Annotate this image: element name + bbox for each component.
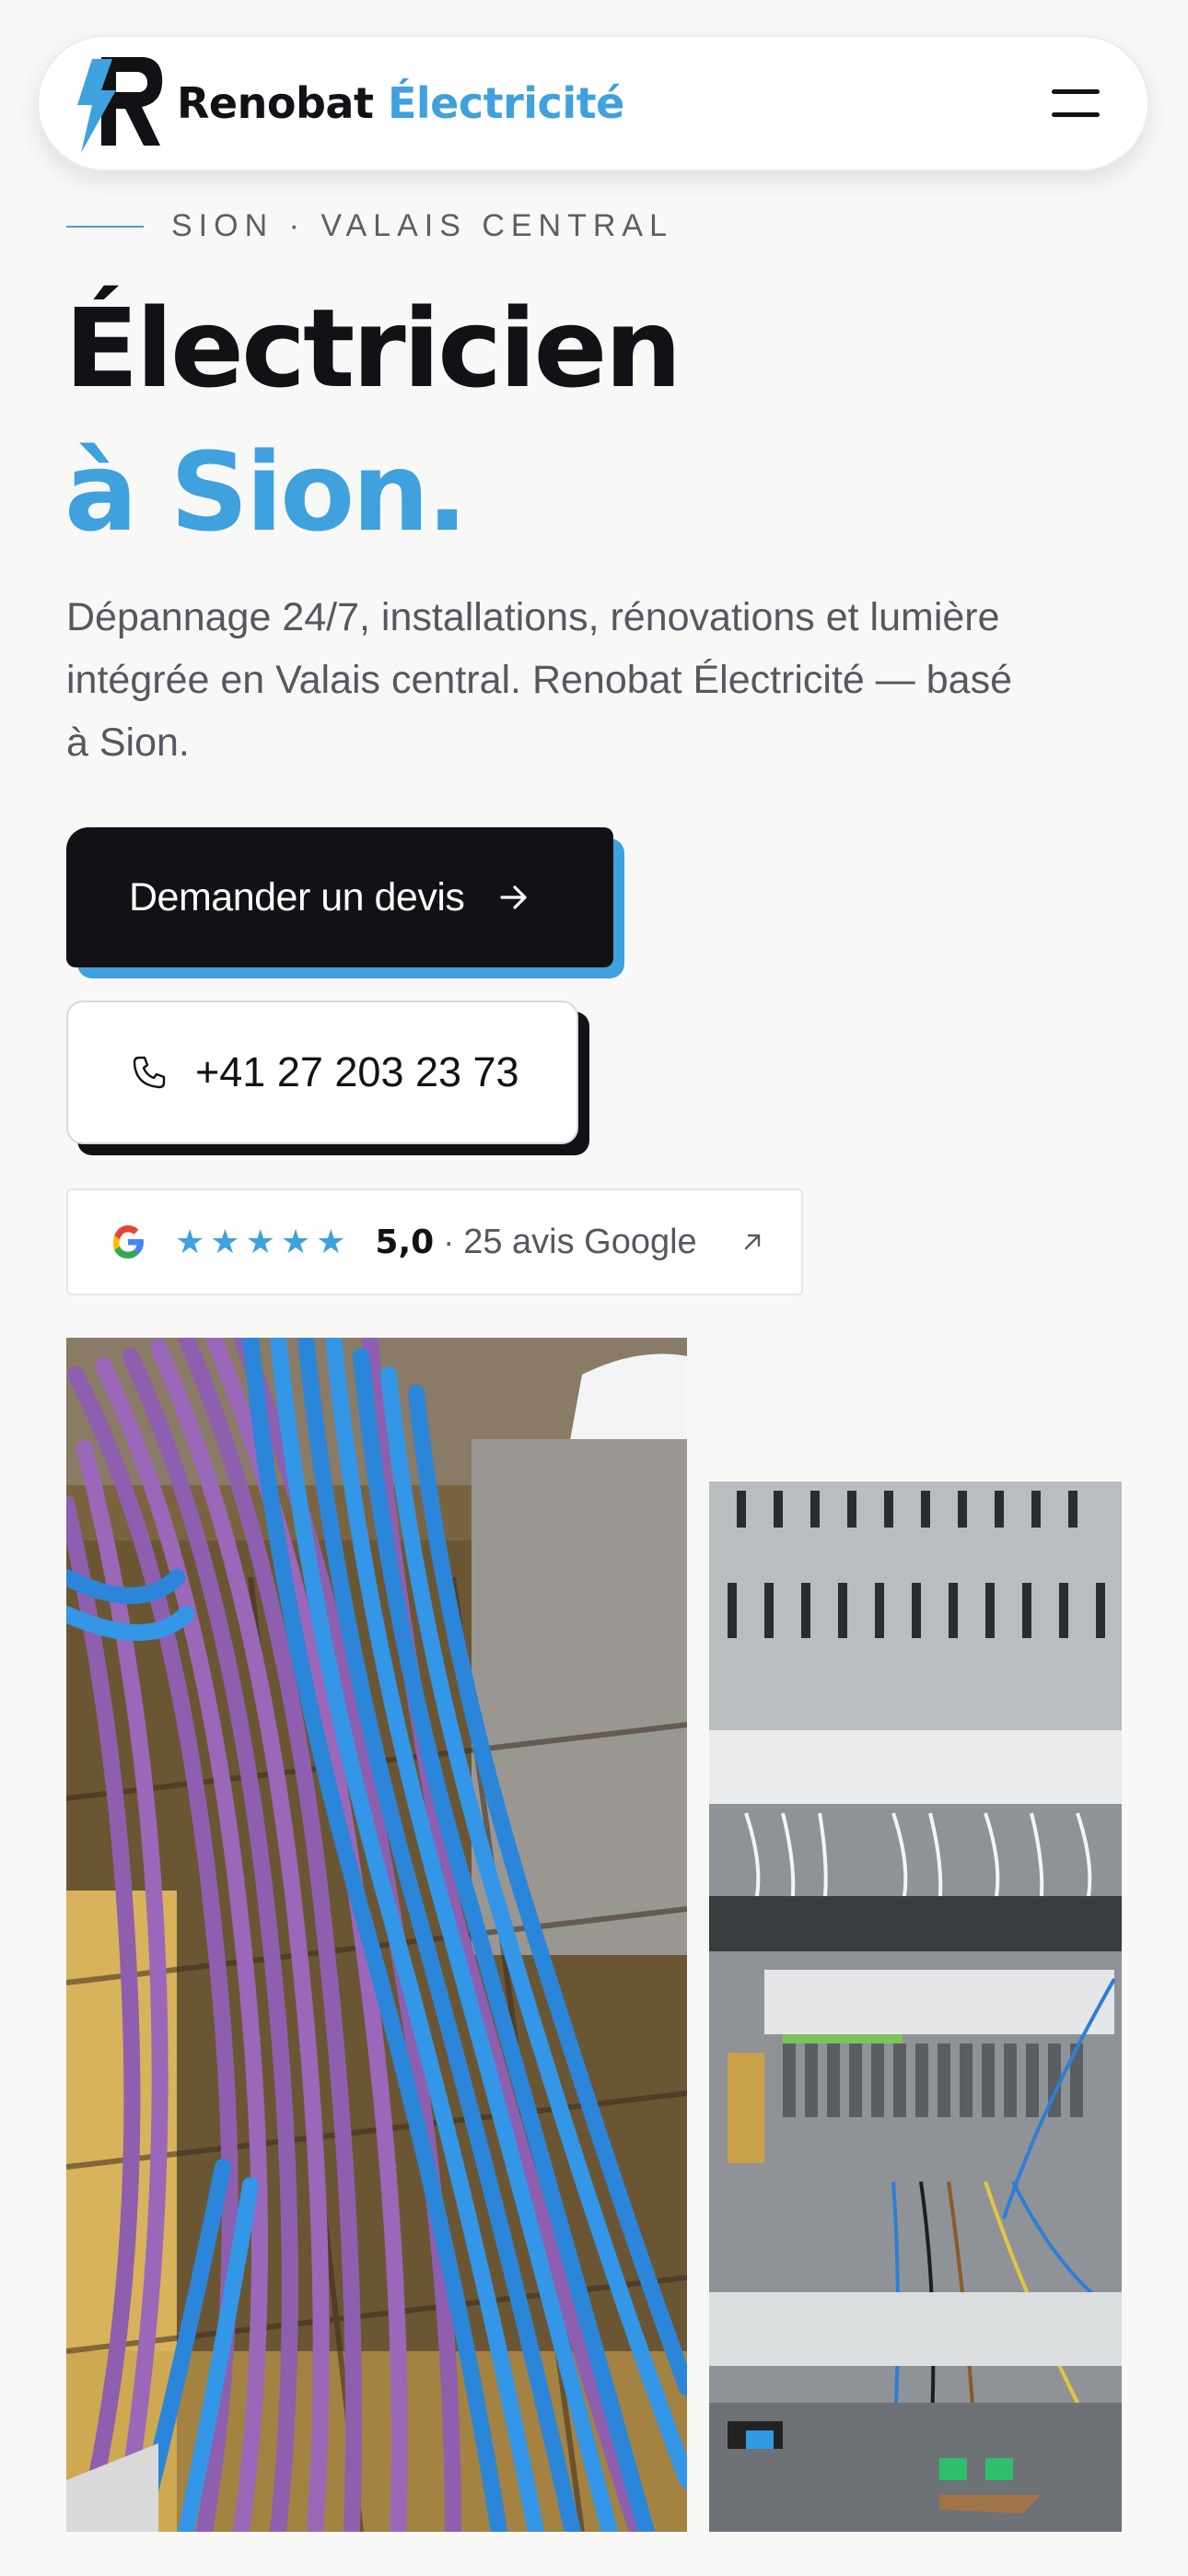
phone-number: +41 27 203 23 73 bbox=[195, 1048, 519, 1095]
star-rating: ★ ★ ★ ★ ★ bbox=[175, 1225, 345, 1259]
google-g-icon bbox=[112, 1225, 144, 1259]
hamburger-icon[interactable] bbox=[1052, 89, 1100, 117]
brand-logo[interactable]: Renobat Électricité bbox=[64, 50, 624, 157]
brand-name-part1: Renobat bbox=[177, 78, 374, 128]
menu-bar bbox=[1052, 112, 1100, 117]
panel-photo-illustration bbox=[709, 1481, 1122, 2532]
hero-lead: Dépannage 24/7, installations, rénovatio… bbox=[66, 595, 1012, 765]
photo-conduit-installation bbox=[66, 1338, 687, 2532]
page-title: Électricien à Sion. bbox=[64, 276, 682, 564]
request-quote-button[interactable]: Demander un devis bbox=[66, 827, 613, 967]
lightning-r-logo-icon bbox=[77, 57, 163, 153]
menu-bar bbox=[1052, 89, 1100, 94]
title-line2: à Sion. bbox=[64, 428, 468, 556]
brand-name-part2: Électricité bbox=[387, 78, 624, 128]
quote-button-wrapper: Demander un devis bbox=[66, 827, 624, 978]
rating-value: 5,0 bbox=[375, 1223, 435, 1261]
arrow-right-icon bbox=[500, 885, 527, 909]
arrow-up-right-icon bbox=[744, 1234, 761, 1250]
site-header: Renobat Électricité bbox=[37, 35, 1149, 171]
eyebrow-divider bbox=[66, 225, 144, 228]
star-icon: ★ bbox=[210, 1223, 240, 1260]
google-reviews-badge[interactable]: ★ ★ ★ ★ ★ 5,0 · 25 avis Google bbox=[66, 1188, 803, 1295]
phone-icon bbox=[133, 1056, 166, 1089]
conduit-photo-illustration bbox=[66, 1338, 687, 2532]
star-icon: ★ bbox=[280, 1223, 311, 1260]
review-count: 25 avis Google bbox=[463, 1222, 697, 1261]
photo-electrical-panel bbox=[709, 1481, 1122, 2532]
request-quote-label: Demander un devis bbox=[129, 874, 465, 919]
star-icon: ★ bbox=[316, 1223, 346, 1260]
phone-button-wrapper: +41 27 203 23 73 bbox=[66, 1001, 589, 1155]
hero-eyebrow: SION · VALAIS CENTRAL bbox=[66, 208, 673, 244]
rating-separator: · bbox=[443, 1223, 455, 1260]
call-phone-button[interactable]: +41 27 203 23 73 bbox=[66, 1001, 578, 1144]
page: Renobat Électricité SION · VALAIS CENTRA… bbox=[0, 0, 1188, 2576]
brand-name: Renobat Électricité bbox=[177, 78, 624, 128]
star-icon: ★ bbox=[175, 1223, 205, 1260]
title-line1: Électricien bbox=[64, 285, 682, 412]
star-icon: ★ bbox=[245, 1223, 275, 1260]
eyebrow-text: SION · VALAIS CENTRAL bbox=[171, 208, 674, 243]
